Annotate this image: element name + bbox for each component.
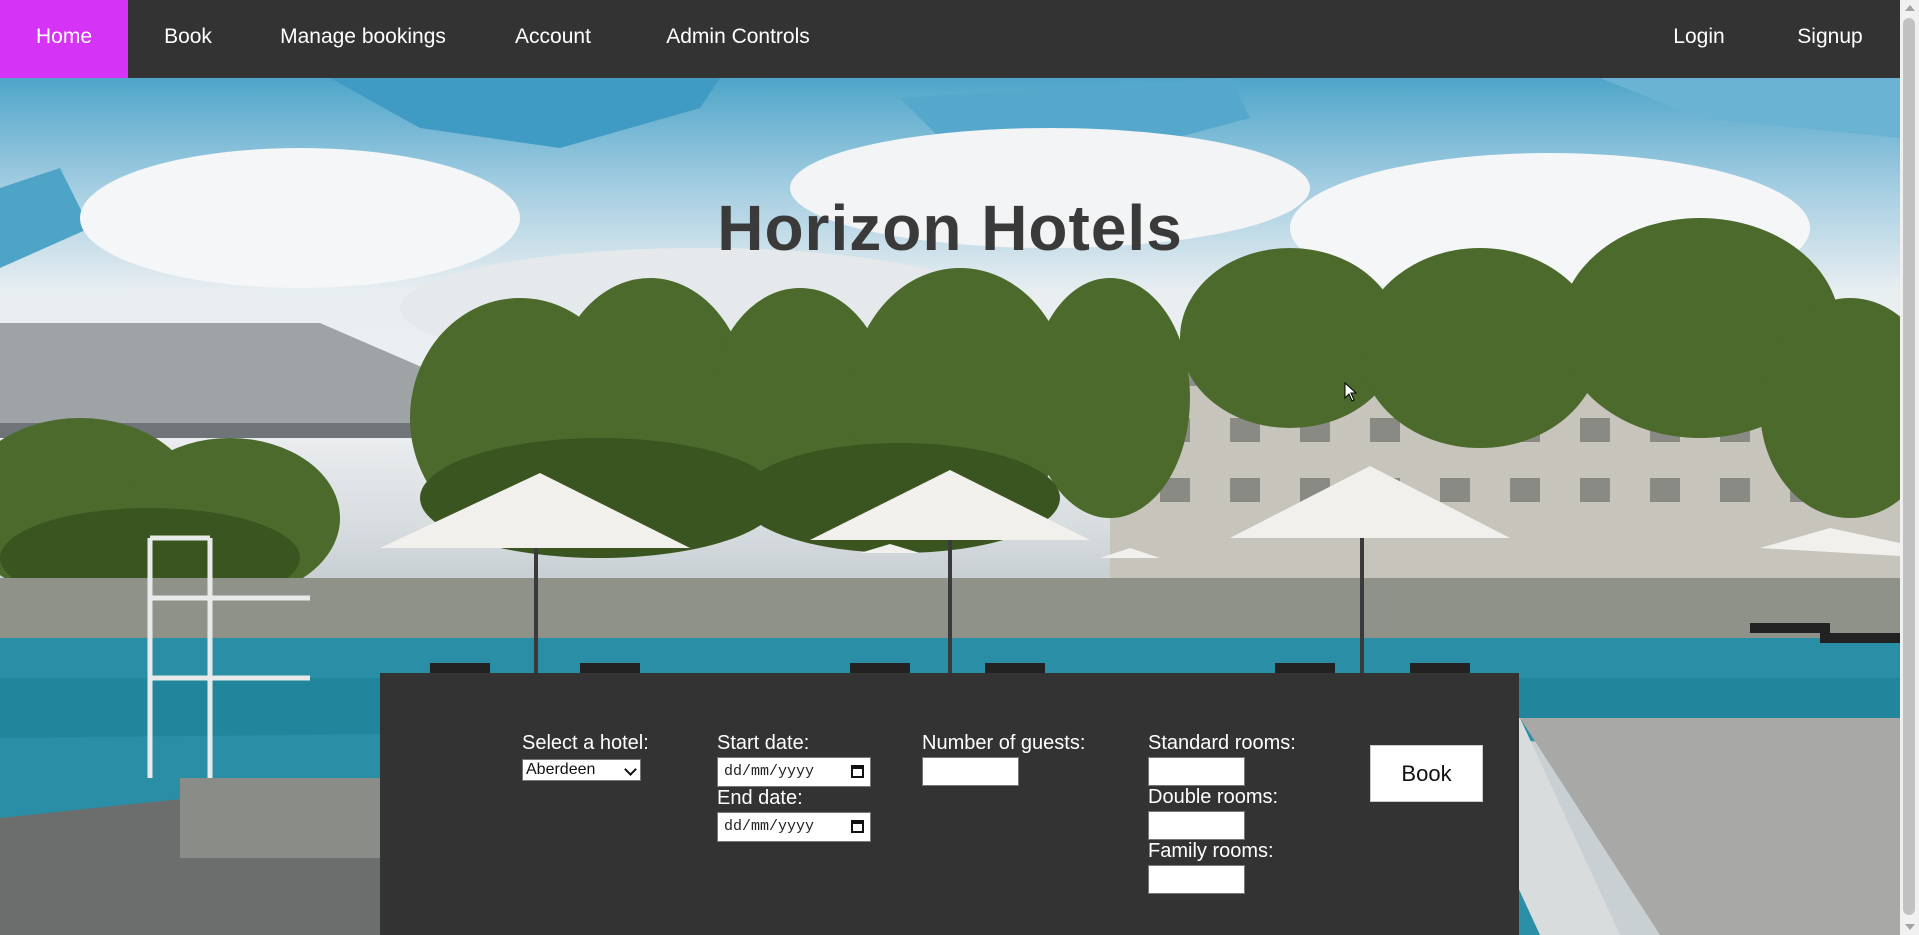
booking-form-panel: Select a hotel: Aberdeen Start date: dd/… — [380, 673, 1519, 935]
scroll-up-arrow-icon[interactable] — [1905, 5, 1915, 11]
guests-label: Number of guests: — [922, 732, 1086, 754]
scrollbar-thumb[interactable] — [1903, 18, 1915, 915]
hotel-select-value: Aberdeen — [526, 761, 596, 778]
nav-home[interactable]: Home — [0, 0, 128, 78]
start-date-input[interactable]: dd/mm/yyyy — [717, 757, 871, 787]
main-content: Home Book Manage bookings Account Admin … — [0, 0, 1900, 935]
family-rooms-label: Family rooms: — [1148, 840, 1274, 862]
mouse-cursor-icon — [1344, 382, 1358, 402]
nav-manage-bookings[interactable]: Manage bookings — [248, 0, 478, 78]
page: Home Book Manage bookings Account Admin … — [0, 0, 1919, 935]
nav-book[interactable]: Book — [128, 0, 248, 78]
chevron-down-icon — [624, 763, 637, 776]
standard-rooms-input[interactable] — [1148, 757, 1245, 786]
nav-login[interactable]: Login — [1638, 0, 1760, 78]
end-date-label: End date: — [717, 787, 803, 809]
top-navbar: Home Book Manage bookings Account Admin … — [0, 0, 1900, 78]
end-date-input[interactable]: dd/mm/yyyy — [717, 812, 871, 842]
calendar-icon[interactable] — [851, 765, 864, 778]
hotel-select[interactable]: Aberdeen — [522, 759, 641, 781]
family-rooms-input[interactable] — [1148, 865, 1245, 894]
standard-rooms-label: Standard rooms: — [1148, 732, 1296, 754]
double-rooms-label: Double rooms: — [1148, 786, 1279, 808]
calendar-icon[interactable] — [851, 820, 864, 833]
start-date-label: Start date: — [717, 732, 810, 754]
hotel-label: Select a hotel: — [522, 732, 649, 754]
scroll-down-arrow-icon[interactable] — [1905, 924, 1915, 930]
double-rooms-input[interactable] — [1148, 811, 1245, 840]
vertical-scrollbar[interactable] — [1900, 0, 1919, 935]
nav-account[interactable]: Account — [478, 0, 628, 78]
nav-admin-controls[interactable]: Admin Controls — [628, 0, 848, 78]
nav-signup[interactable]: Signup — [1760, 0, 1900, 78]
start-date-placeholder: dd/mm/yyyy — [724, 763, 815, 780]
end-date-placeholder: dd/mm/yyyy — [724, 818, 815, 835]
book-button[interactable]: Book — [1370, 745, 1483, 802]
page-title: Horizon Hotels — [717, 192, 1183, 264]
guests-input[interactable] — [922, 757, 1019, 786]
